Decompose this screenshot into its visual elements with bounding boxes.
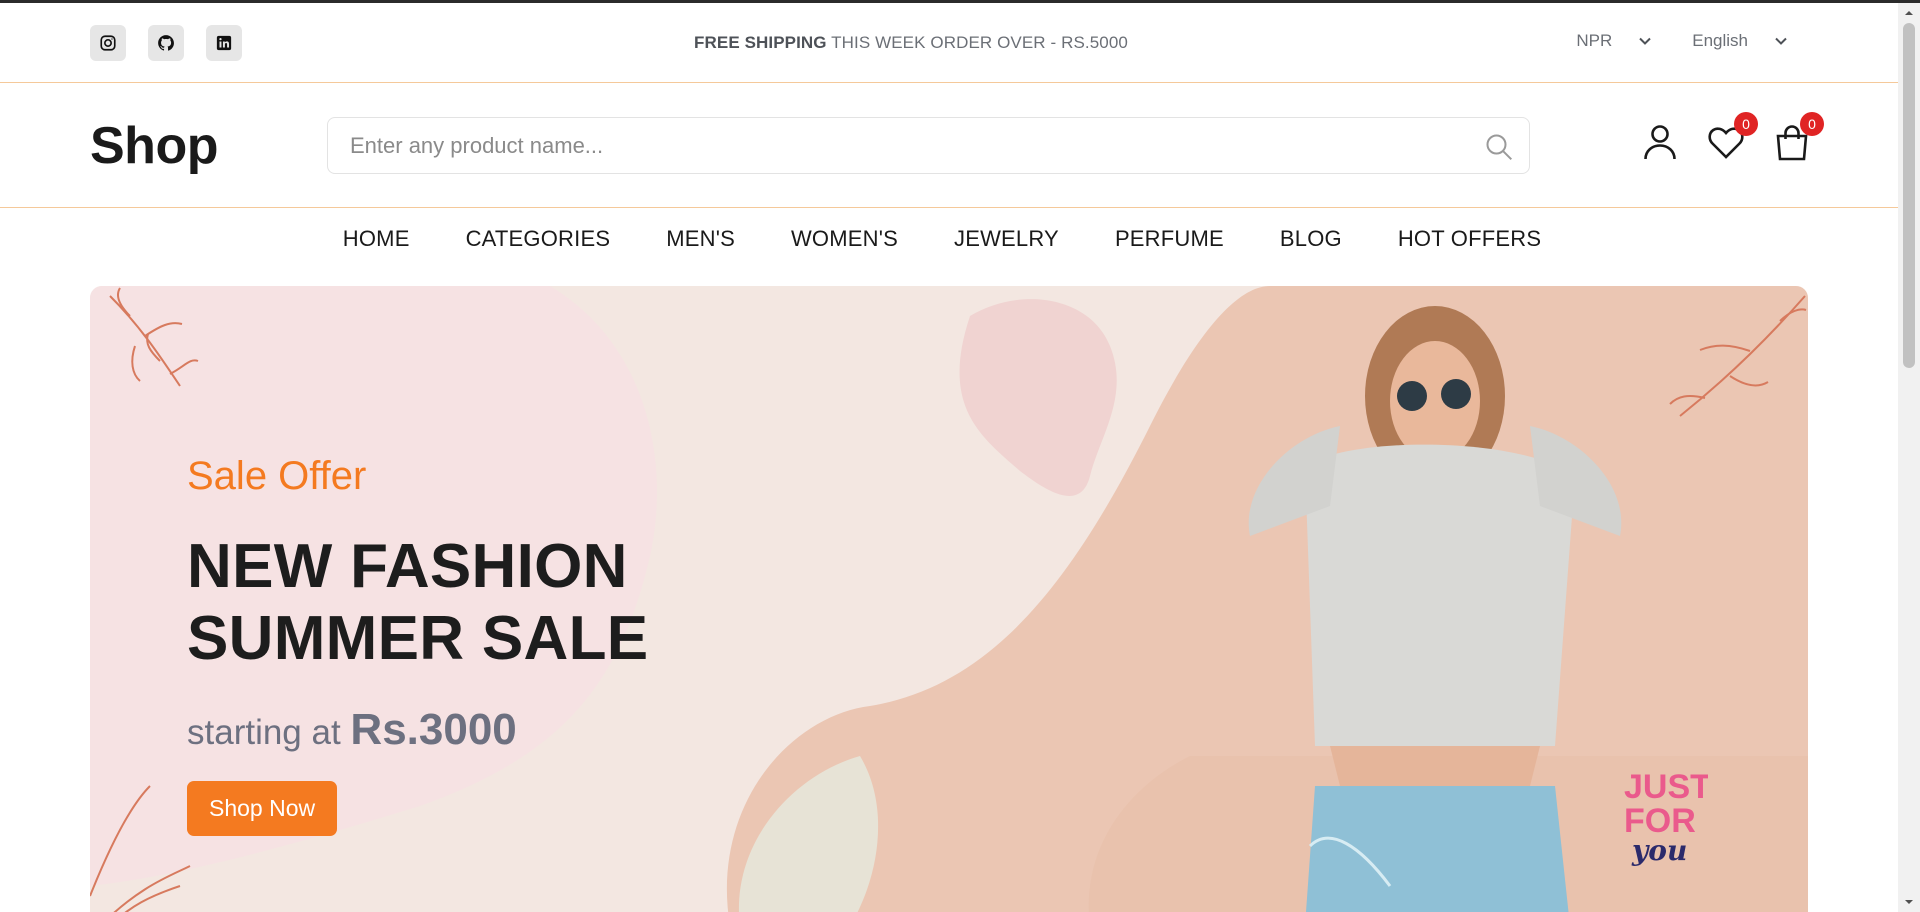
scroll-down-arrow-icon[interactable] — [1903, 896, 1915, 908]
announcement-highlight: FREE SHIPPING — [694, 33, 827, 52]
search-input[interactable] — [328, 118, 1529, 173]
just-for-you-badge: JUST FOR you — [1624, 768, 1708, 867]
locale-selectors: NPR English — [1576, 31, 1788, 51]
currency-value: NPR — [1576, 31, 1613, 50]
nav-item-blog[interactable]: BLOG — [1280, 226, 1342, 252]
hero-price-line: starting at Rs.3000 — [187, 705, 648, 755]
top-bar: FREE SHIPPING THIS WEEK ORDER OVER - RS.… — [0, 3, 1898, 83]
wishlist-button[interactable]: 0 — [1706, 112, 1758, 162]
main-navigation: HOME CATEGORIES MEN'S WOMEN'S JEWELRY PE… — [0, 226, 1898, 252]
currency-select[interactable]: NPR — [1576, 31, 1652, 51]
search-bar — [327, 117, 1530, 174]
cart-count-badge: 0 — [1800, 112, 1824, 136]
site-logo[interactable]: Shop — [90, 116, 218, 176]
nav-item-categories[interactable]: CATEGORIES — [466, 226, 611, 252]
hero-title: NEW FASHION SUMMER SALE — [187, 531, 648, 675]
hero-content: Sale Offer NEW FASHION SUMMER SALE start… — [187, 454, 648, 836]
nav-item-perfume[interactable]: PERFUME — [1115, 226, 1224, 252]
wishlist-count-badge: 0 — [1734, 112, 1758, 136]
shipping-announcement: FREE SHIPPING THIS WEEK ORDER OVER - RS.… — [0, 33, 1822, 53]
nav-item-home[interactable]: HOME — [343, 226, 410, 252]
header-actions: 0 0 — [1640, 112, 1824, 162]
scroll-up-arrow-icon[interactable] — [1903, 7, 1915, 19]
nav-item-womens[interactable]: WOMEN'S — [791, 226, 898, 252]
badge-line-1: JUST — [1624, 768, 1708, 806]
user-icon — [1644, 125, 1676, 160]
badge-line-3: you — [1631, 834, 1687, 867]
hero-price: Rs.3000 — [350, 705, 517, 754]
scrollbar-thumb[interactable] — [1903, 23, 1915, 368]
nav-item-hot-offers[interactable]: HOT OFFERS — [1398, 226, 1541, 252]
nav-list: HOME CATEGORIES MEN'S WOMEN'S JEWELRY PE… — [343, 226, 1541, 252]
hero-title-line-1: NEW FASHION — [187, 532, 628, 601]
account-button[interactable] — [1640, 122, 1680, 162]
language-select[interactable]: English — [1692, 31, 1788, 51]
chevron-down-icon — [1639, 37, 1651, 45]
search-icon[interactable] — [1483, 131, 1515, 163]
main-header: Shop 0 0 — [0, 84, 1898, 208]
hero-banner: Sale Offer NEW FASHION SUMMER SALE start… — [90, 286, 1808, 912]
hero-kicker: Sale Offer — [187, 454, 367, 498]
shop-now-button[interactable]: Shop Now — [187, 781, 338, 836]
announcement-text: THIS WEEK ORDER OVER - RS.5000 — [826, 33, 1128, 52]
hero-title-line-2: SUMMER SALE — [187, 604, 649, 673]
cart-button[interactable]: 0 — [1772, 112, 1824, 162]
chevron-down-icon — [1775, 37, 1787, 45]
language-value: English — [1692, 31, 1748, 50]
hero-price-prefix: starting at — [187, 713, 351, 752]
nav-item-jewelry[interactable]: JEWELRY — [954, 226, 1059, 252]
nav-item-mens[interactable]: MEN'S — [666, 226, 735, 252]
page-scrollbar[interactable] — [1898, 3, 1920, 912]
